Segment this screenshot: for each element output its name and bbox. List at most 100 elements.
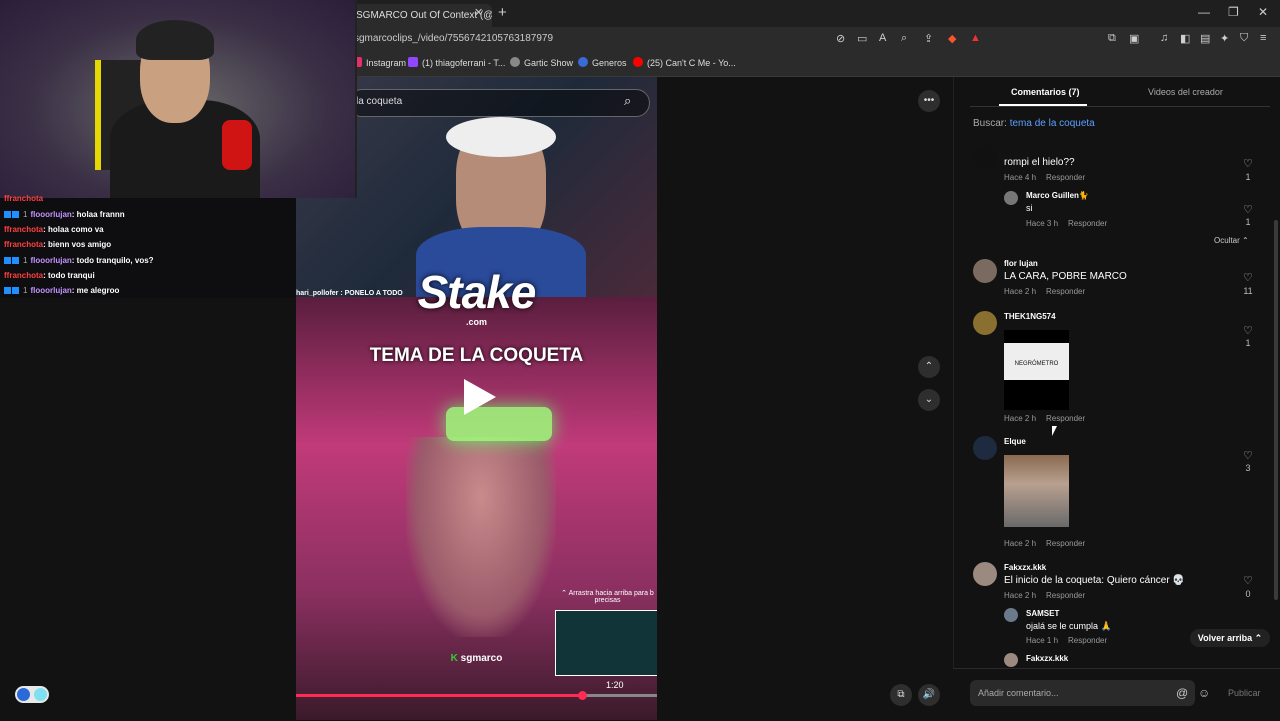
minimize-button[interactable]: — xyxy=(1198,5,1210,19)
comment-time: Hace 4 h xyxy=(1004,173,1037,182)
heart-icon[interactable]: ♡ xyxy=(1243,449,1253,462)
comments-panel xyxy=(953,77,1280,720)
bookmark-generos[interactable]: Generos xyxy=(578,57,627,68)
reply-button[interactable]: Responder xyxy=(1046,287,1085,296)
search-suggestion[interactable]: Buscar: tema de la coqueta xyxy=(973,118,1095,129)
emoji-icon[interactable]: ☺ xyxy=(1198,686,1210,700)
reply-button[interactable]: Responder xyxy=(1068,636,1107,645)
translate-icon[interactable]: A xyxy=(879,32,886,44)
publish-button[interactable]: Publicar xyxy=(1228,688,1261,698)
bookmark-label: (25) Can't C Me - Yo... xyxy=(647,58,736,68)
comment-author[interactable]: Elque xyxy=(1004,437,1026,446)
volume-icon[interactable]: 🔊 xyxy=(918,684,940,706)
reply-button[interactable]: Responder xyxy=(1046,414,1085,423)
bookmark-twitch[interactable]: (1) thiagoferrani - T... xyxy=(408,57,505,68)
leo-icon[interactable]: ✦ xyxy=(1220,32,1229,45)
reply-button[interactable]: Responder xyxy=(1068,219,1107,228)
avatar[interactable] xyxy=(973,311,997,335)
comment-time: Hace 2 h xyxy=(1004,287,1037,296)
next-video-preview[interactable] xyxy=(555,610,657,676)
chat-line: ffranchota: holaa como va xyxy=(4,225,104,234)
no-track-icon[interactable]: ⊘ xyxy=(836,32,845,45)
extensions-icon[interactable]: ⧉ xyxy=(1108,32,1116,45)
brave-rewards-icon[interactable]: ▲ xyxy=(970,32,981,44)
music-icon[interactable]: ♫ xyxy=(1160,32,1168,44)
comment-text: LA CARA, POBRE MARCO xyxy=(1004,271,1127,282)
chat-user: ffranchota xyxy=(4,271,44,280)
chat-user: flooorlujan xyxy=(30,210,72,219)
wallet-icon[interactable]: ▤ xyxy=(1200,32,1210,45)
mention-icon[interactable]: @ xyxy=(1176,686,1188,700)
comment-author[interactable]: flor lujan xyxy=(1004,259,1038,268)
comment-text: El inicio de la coqueta: Quiero cáncer 💀 xyxy=(1004,575,1185,586)
heart-icon[interactable]: ♡ xyxy=(1243,574,1253,587)
tabs-icon[interactable]: ▣ xyxy=(1129,32,1139,45)
stream-status-icon[interactable] xyxy=(15,686,49,703)
tab-close-icon[interactable]: ✕ xyxy=(474,6,483,19)
screen-icon[interactable]: ▭ xyxy=(857,32,867,45)
menu-icon[interactable]: ≡ xyxy=(1260,32,1266,44)
youtube-icon xyxy=(633,57,643,67)
bookmark-gartic[interactable]: Gartic Show xyxy=(510,57,573,68)
comment-author[interactable]: Fakxzx.kkk xyxy=(1026,654,1068,663)
maximize-button[interactable]: ❐ xyxy=(1228,5,1239,19)
heart-icon[interactable]: ♡ xyxy=(1243,203,1253,216)
next-video-button[interactable]: ⌄ xyxy=(918,389,940,411)
avatar[interactable] xyxy=(973,562,997,586)
stake-logo-sub: .com xyxy=(465,317,487,327)
avatar[interactable] xyxy=(973,145,997,169)
comment-meta: Hace 2 h Responder xyxy=(1004,539,1095,548)
heart-icon[interactable]: ♡ xyxy=(1243,157,1253,170)
play-icon[interactable] xyxy=(464,379,496,415)
previous-video-button[interactable]: ⌃ xyxy=(918,356,940,378)
search-icon[interactable]: ⌕ xyxy=(624,93,631,109)
comment-author[interactable]: SAMSET xyxy=(1026,609,1059,618)
heart-icon[interactable]: ♡ xyxy=(1243,324,1253,337)
scrollbar[interactable] xyxy=(1274,220,1278,600)
tab-comments[interactable]: Comentarios (7) xyxy=(1011,87,1080,97)
image-caption: NEGRÓMETRO xyxy=(1014,361,1059,367)
buscar-query[interactable]: tema de la coqueta xyxy=(1010,118,1095,129)
back-to-top-button[interactable]: Volver arriba ⌃ xyxy=(1190,629,1270,647)
reply-button[interactable]: Responder xyxy=(1046,591,1085,600)
badge-icon xyxy=(12,287,19,294)
avatar[interactable] xyxy=(1004,653,1018,667)
reply-button[interactable]: Responder xyxy=(1046,173,1085,182)
avatar[interactable] xyxy=(1004,608,1018,622)
close-window-button[interactable]: ✕ xyxy=(1258,5,1268,19)
badge-icon xyxy=(4,211,11,218)
avatar[interactable] xyxy=(973,259,997,283)
comment-image[interactable]: NEGRÓMETRO xyxy=(1004,330,1069,410)
bookmark-youtube[interactable]: (25) Can't C Me - Yo... xyxy=(633,57,736,68)
headphones xyxy=(446,117,556,157)
comment-author[interactable]: Fakxzx.kkk xyxy=(1004,563,1046,572)
reply-button[interactable]: Responder xyxy=(1046,539,1085,548)
comment-author[interactable]: THEK1NG574 xyxy=(1004,312,1056,321)
comment-image[interactable] xyxy=(1004,455,1069,527)
chat-user: flooorlujan xyxy=(30,286,72,295)
hide-replies-button[interactable]: Ocultar ⌃ xyxy=(1214,236,1249,245)
heart-icon[interactable]: ♡ xyxy=(1243,271,1253,284)
tab-creator-videos[interactable]: Videos del creador xyxy=(1148,87,1223,97)
bookmark-instagram[interactable]: Instagram xyxy=(352,57,406,68)
kick-icon: K xyxy=(450,653,458,664)
badge-icon xyxy=(4,257,11,264)
bookmark-label: (1) thiagoferrani - T... xyxy=(422,58,506,68)
sidebar-icon[interactable]: ◧ xyxy=(1180,32,1190,45)
video-search-text: la coqueta xyxy=(356,96,403,107)
comment-author[interactable]: Marco Guillen🐈 xyxy=(1026,191,1089,200)
new-tab-button[interactable]: + xyxy=(498,4,507,21)
more-options-button[interactable]: ••• xyxy=(918,90,940,112)
url-field[interactable]: sgmarcoclips_/video/7556742105763187979 xyxy=(354,33,553,44)
zoom-icon[interactable]: ⌕ xyxy=(901,32,907,45)
progress-handle[interactable] xyxy=(577,691,587,700)
video-banner: TEMA DE LA COQUETA xyxy=(369,345,584,366)
chat-msg: : todo tranquilo, vos? xyxy=(71,256,154,265)
pip-icon[interactable]: ⧉ xyxy=(890,684,912,706)
browser-tab[interactable]: SGMARCO Out Of Context (@sg xyxy=(350,4,492,27)
brave-shield-icon[interactable]: ◆ xyxy=(948,32,956,45)
avatar[interactable] xyxy=(973,436,997,460)
avatar[interactable] xyxy=(1004,191,1018,205)
vpn-icon[interactable]: ⛉ xyxy=(1240,32,1248,45)
share-icon[interactable]: ⇪ xyxy=(924,32,933,45)
